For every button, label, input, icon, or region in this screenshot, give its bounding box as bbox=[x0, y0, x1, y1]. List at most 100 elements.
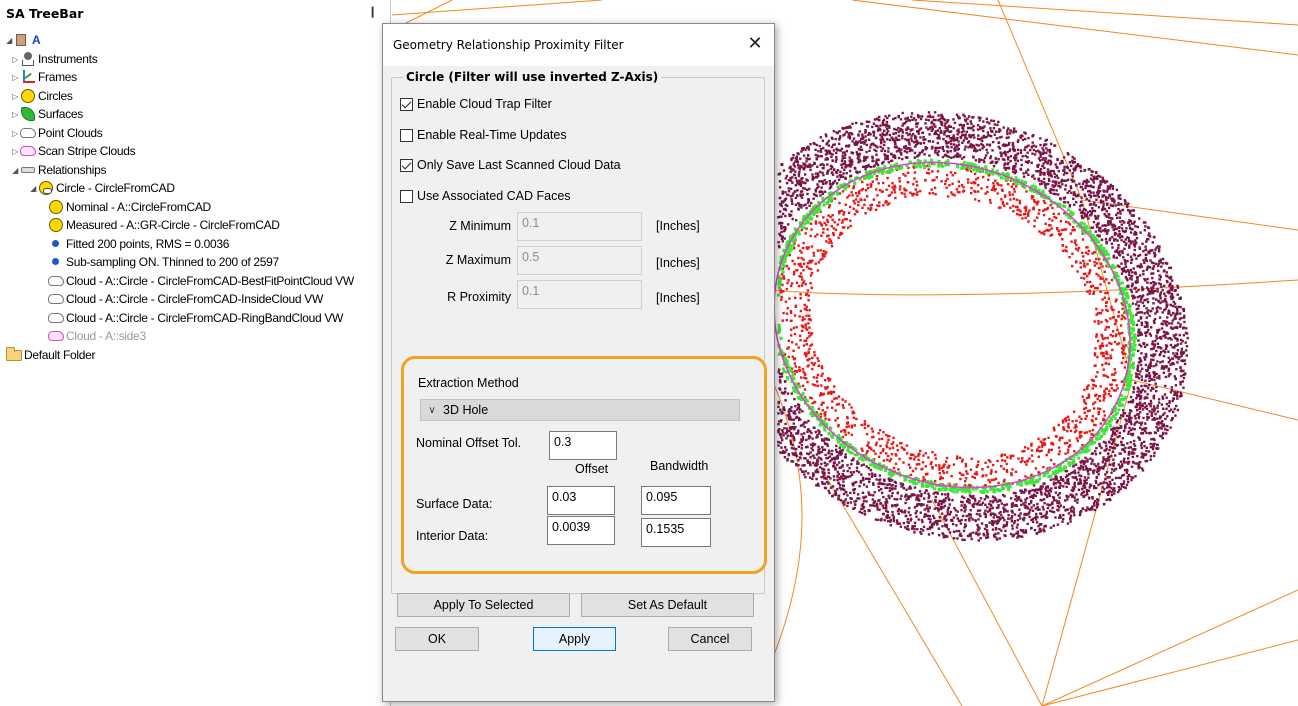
tree-item-ringband-cloud[interactable]: Cloud - A::Circle - CircleFromCAD-RingBa… bbox=[48, 309, 343, 327]
tree-item-label: A bbox=[32, 33, 41, 47]
tree-item-point-clouds[interactable]: ▷ Point Clouds bbox=[10, 124, 103, 142]
tree-item-label: Default Folder bbox=[24, 348, 96, 362]
checkbox-label: Only Save Last Scanned Cloud Data bbox=[417, 158, 621, 172]
tree-item-instruments[interactable]: ▷ Instruments bbox=[10, 50, 98, 68]
surface-bandwidth-field[interactable]: 0.095 bbox=[641, 486, 711, 515]
extraction-method-dropdown[interactable]: ∨ 3D Hole bbox=[420, 399, 740, 421]
offset-column-header: Offset bbox=[575, 462, 609, 476]
checkbox-label: Enable Cloud Trap Filter bbox=[417, 97, 552, 111]
cloud-icon bbox=[48, 273, 64, 289]
tree-item-label: Circle - CircleFromCAD bbox=[56, 181, 175, 195]
tree-item-surfaces[interactable]: ▷ Surfaces bbox=[10, 105, 83, 123]
checkbox-checked-icon[interactable] bbox=[400, 97, 413, 111]
interior-bandwidth-field[interactable]: 0.1535 bbox=[641, 518, 711, 547]
tree-item-circles[interactable]: ▷ Circles bbox=[10, 87, 73, 105]
tree-item-label: Cloud - A::Circle - CircleFromCAD-RingBa… bbox=[66, 311, 344, 325]
cloud-icon bbox=[20, 125, 36, 141]
expanded-arrow-icon[interactable]: ◢ bbox=[10, 166, 20, 175]
tree-bar: SA TreeBar ❙ ◢ A ▷ Instruments ▷ Frames … bbox=[0, 0, 391, 706]
collapsed-arrow-icon[interactable]: ▷ bbox=[10, 92, 20, 101]
tree-item-label: Scan Stripe Clouds bbox=[38, 144, 136, 158]
tree-item-subsampling-info[interactable]: Sub-sampling ON. Thinned to 200 of 2597 bbox=[48, 253, 279, 271]
enable-cloud-trap-checkbox[interactable]: Enable Cloud Trap Filter bbox=[400, 97, 552, 111]
expanded-arrow-icon[interactable]: ◢ bbox=[4, 36, 14, 45]
circle-relationship-icon bbox=[38, 180, 54, 196]
surface-data-label: Surface Data: bbox=[416, 497, 493, 511]
folder-icon bbox=[6, 347, 22, 363]
enable-realtime-checkbox[interactable]: Enable Real-Time Updates bbox=[400, 128, 567, 142]
nominal-offset-field[interactable]: 0.3 bbox=[549, 431, 617, 460]
checkbox-label: Use Associated CAD Faces bbox=[417, 189, 571, 203]
nominal-offset-label: Nominal Offset Tol. bbox=[416, 436, 522, 450]
checkbox-unchecked-icon[interactable] bbox=[400, 128, 413, 142]
tree-item-label: Surfaces bbox=[38, 107, 83, 121]
tree-item-label: Frames bbox=[38, 70, 77, 84]
collapsed-arrow-icon[interactable]: ▷ bbox=[10, 73, 20, 82]
scan-cloud-icon bbox=[48, 328, 64, 344]
collapsed-arrow-icon[interactable]: ▷ bbox=[10, 55, 20, 64]
inner-point-cloud bbox=[777, 162, 1132, 489]
use-cad-faces-checkbox[interactable]: Use Associated CAD Faces bbox=[400, 189, 571, 203]
only-save-last-checkbox[interactable]: Only Save Last Scanned Cloud Data bbox=[400, 158, 621, 172]
interior-offset-field[interactable]: 0.0039 bbox=[547, 516, 615, 545]
tree-item-circle-relationship[interactable]: ◢ Circle - CircleFromCAD bbox=[28, 179, 175, 197]
extraction-method-label: Extraction Method bbox=[418, 376, 519, 390]
tree-item-measured[interactable]: Measured - A::GR-Circle - CircleFromCAD bbox=[48, 216, 280, 234]
r-proximity-field[interactable]: 0.1 bbox=[517, 280, 642, 309]
circle-icon bbox=[20, 88, 36, 104]
tree-item-frames[interactable]: ▷ Frames bbox=[10, 68, 77, 86]
apply-to-selected-button[interactable]: Apply To Selected bbox=[397, 593, 570, 617]
proximity-filter-dialog: Geometry Relationship Proximity Filter ✕… bbox=[382, 23, 775, 702]
tree-item-scan-stripe-clouds[interactable]: ▷ Scan Stripe Clouds bbox=[10, 142, 136, 160]
surface-icon bbox=[20, 106, 36, 122]
collapsed-arrow-icon[interactable]: ▷ bbox=[10, 110, 20, 119]
tree-item-fit-info[interactable]: Fitted 200 points, RMS = 0.0036 bbox=[48, 235, 229, 253]
info-dot-icon bbox=[48, 254, 64, 270]
interior-data-label: Interior Data: bbox=[416, 529, 489, 543]
chevron-down-icon[interactable]: ∨ bbox=[421, 405, 443, 416]
tree-item-label: Cloud - A::Circle - CircleFromCAD-BestFi… bbox=[66, 274, 354, 288]
z-maximum-unit: [Inches] bbox=[656, 256, 700, 270]
dialog-title-bar[interactable]: Geometry Relationship Proximity Filter ✕ bbox=[383, 24, 774, 66]
checkbox-checked-icon[interactable] bbox=[400, 158, 413, 172]
apply-button[interactable]: Apply bbox=[533, 627, 616, 651]
treebar-title: SA TreeBar bbox=[6, 6, 84, 21]
tree-item-label: Measured - A::GR-Circle - CircleFromCAD bbox=[66, 218, 280, 232]
r-proximity-label: R Proximity bbox=[447, 290, 511, 304]
checkbox-unchecked-icon[interactable] bbox=[400, 189, 413, 203]
tree-item-label: Point Clouds bbox=[38, 126, 103, 140]
group-title: Circle (Filter will use inverted Z-Axis) bbox=[403, 70, 662, 84]
cloud-icon bbox=[48, 291, 64, 307]
z-minimum-field[interactable]: 0.1 bbox=[517, 212, 642, 241]
expanded-arrow-icon[interactable]: ◢ bbox=[28, 184, 38, 193]
extraction-method-value: 3D Hole bbox=[443, 403, 489, 417]
tree-item-nominal[interactable]: Nominal - A::CircleFromCAD bbox=[48, 198, 211, 216]
z-maximum-field[interactable]: 0.5 bbox=[517, 246, 642, 275]
collapsed-arrow-icon[interactable]: ▷ bbox=[10, 129, 20, 138]
dialog-title: Geometry Relationship Proximity Filter bbox=[393, 38, 624, 52]
tree-item-inside-cloud[interactable]: Cloud - A::Circle - CircleFromCAD-Inside… bbox=[48, 290, 323, 308]
z-minimum-unit: [Inches] bbox=[656, 219, 700, 233]
pin-icon[interactable]: ❙ bbox=[368, 5, 377, 18]
tree-item-label: Cloud - A::side3 bbox=[66, 329, 146, 343]
tree-item-relationships[interactable]: ◢ Relationships bbox=[10, 161, 106, 179]
checkbox-label: Enable Real-Time Updates bbox=[417, 128, 567, 142]
relationship-icon bbox=[20, 162, 36, 178]
tree-item-side3-cloud[interactable]: Cloud - A::side3 bbox=[48, 327, 146, 345]
tree-item-label: Cloud - A::Circle - CircleFromCAD-Inside… bbox=[66, 292, 323, 306]
tree-item-bestfit-cloud[interactable]: Cloud - A::Circle - CircleFromCAD-BestFi… bbox=[48, 272, 354, 290]
cancel-button[interactable]: Cancel bbox=[668, 627, 752, 651]
tree-item-label: Relationships bbox=[38, 163, 107, 177]
info-dot-icon bbox=[48, 236, 64, 252]
close-icon[interactable]: ✕ bbox=[745, 33, 765, 54]
z-maximum-label: Z Maximum bbox=[445, 253, 511, 267]
ok-button[interactable]: OK bbox=[395, 627, 479, 651]
set-as-default-button[interactable]: Set As Default bbox=[581, 593, 754, 617]
tree-item-root[interactable]: ◢ A bbox=[4, 31, 41, 49]
surface-offset-field[interactable]: 0.03 bbox=[547, 486, 615, 515]
r-proximity-unit: [Inches] bbox=[656, 291, 700, 305]
circle-icon bbox=[48, 199, 64, 215]
collapsed-arrow-icon[interactable]: ▷ bbox=[10, 147, 20, 156]
tree-item-default-folder[interactable]: Default Folder bbox=[6, 346, 95, 364]
z-minimum-label: Z Minimum bbox=[449, 219, 511, 233]
